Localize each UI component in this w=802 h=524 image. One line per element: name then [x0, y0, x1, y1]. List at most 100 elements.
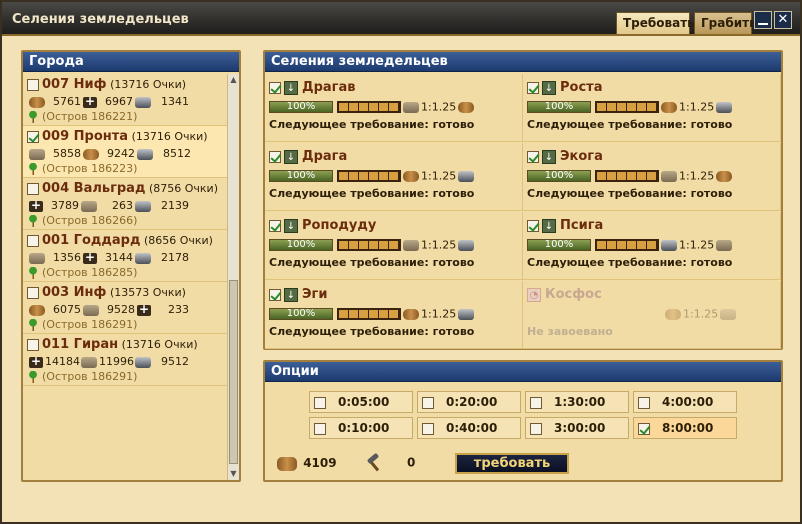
resource-value-1: 5761 — [53, 95, 81, 108]
time-option-checkbox[interactable] — [422, 422, 434, 435]
village-card[interactable]: ↓ Роста 100% 1:1.25 Следующее требование: го… — [523, 74, 781, 142]
village-checkbox[interactable] — [269, 219, 281, 232]
time-option[interactable]: 8:00:00 — [633, 417, 737, 439]
city-item[interactable]: 009 Пронта (13716 Очки) 5858 9242 8512 (Остр… — [23, 126, 227, 178]
time-option[interactable]: 0:10:00 — [309, 417, 413, 439]
demand-button[interactable]: требовать — [455, 453, 569, 474]
city-checkbox[interactable] — [27, 183, 39, 195]
silver-icon — [458, 239, 475, 251]
scrollbar-thumb[interactable] — [229, 280, 238, 464]
village-checkbox[interactable] — [269, 150, 281, 163]
resource-value-2: 9528 — [107, 303, 135, 316]
time-option-checkbox[interactable] — [638, 422, 650, 435]
city-checkbox[interactable] — [27, 79, 39, 91]
demand-arrow-icon[interactable]: ↓ — [284, 218, 298, 233]
mood-segment — [627, 172, 636, 180]
mood-segment — [379, 310, 388, 318]
time-option-checkbox[interactable] — [314, 422, 326, 435]
minimize-button[interactable] — [754, 11, 772, 29]
village-card[interactable]: ↓ Роподуду 100% 1:1.25 Следующее требование:… — [265, 212, 523, 280]
village-card[interactable]: ↓ Драга 100% 1:1.25 Следующее требование: го… — [265, 143, 523, 211]
mood-segment — [359, 241, 368, 249]
mood-segment — [339, 241, 348, 249]
city-checkbox[interactable] — [27, 339, 39, 351]
close-button[interactable]: ✕ — [774, 11, 792, 29]
time-option[interactable]: 0:20:00 — [417, 391, 521, 413]
mood-segment — [349, 172, 358, 180]
demand-arrow-icon[interactable]: ↓ — [542, 149, 556, 164]
village-card[interactable]: ↓ Экога 100% 1:1.25 Следующее требование: го… — [523, 143, 781, 211]
village-checkbox[interactable] — [269, 81, 281, 94]
village-card[interactable]: ◔ Косфос 1:1.25 Не завоевано — [523, 281, 781, 349]
city-item[interactable]: 001 Годдард (8656 Очки) 1356 3144 2178 (Остр… — [23, 230, 227, 282]
village-name: Косфос — [545, 287, 602, 302]
time-option[interactable]: 0:05:00 — [309, 391, 413, 413]
demand-arrow-icon[interactable]: ↓ — [542, 80, 556, 95]
trade-ratio: 1:1.25 — [421, 307, 457, 321]
demand-arrow-icon[interactable]: ↓ — [284, 287, 298, 302]
time-option-checkbox[interactable] — [314, 396, 326, 409]
resource-value-1: 5858 — [53, 147, 81, 160]
city-name: 011 Гиран — [42, 337, 119, 352]
time-option[interactable]: 1:30:00 — [525, 391, 629, 413]
wood-icon — [403, 170, 419, 182]
village-checkbox[interactable] — [527, 219, 539, 232]
demand-arrow-icon[interactable]: ↓ — [284, 80, 298, 95]
time-option[interactable]: 3:00:00 — [525, 417, 629, 439]
time-option[interactable]: 0:40:00 — [417, 417, 521, 439]
city-header: 009 Пронта (13716 Очки) — [27, 129, 223, 144]
island-label: (Остров 186285) — [42, 266, 138, 279]
village-checkbox[interactable] — [527, 81, 539, 94]
city-resources: 3789 263 2139 — [27, 198, 223, 212]
wood-icon — [665, 308, 681, 320]
city-checkbox[interactable] — [27, 235, 39, 247]
stone-icon — [81, 356, 97, 368]
mood-segment — [617, 241, 626, 249]
city-list-scrollbar[interactable]: ▲ ▼ — [227, 74, 239, 480]
city-item[interactable]: 007 Ниф (13716 Очки) 5761 6967 1341 (Остров … — [23, 74, 227, 126]
tab-loot[interactable]: Грабить — [694, 12, 757, 34]
village-grid: ↓ Драгав 100% 1:1.25 Следующее требование: г… — [265, 74, 781, 349]
village-checkbox[interactable] — [269, 288, 281, 301]
village-card[interactable]: ↓ Драгав 100% 1:1.25 Следующее требование: г… — [265, 74, 523, 142]
tab-demand[interactable]: Требовать — [616, 12, 695, 34]
mood-segment — [637, 172, 646, 180]
mood-segment — [359, 310, 368, 318]
wood-icon — [716, 170, 733, 182]
stone-icon — [29, 148, 45, 160]
time-option-checkbox[interactable] — [638, 396, 650, 409]
window-title: Селения земледельцев — [12, 12, 189, 27]
village-stats: 100% 1:1.25 — [269, 238, 518, 254]
progress-label: 100% — [286, 239, 316, 250]
island-icon — [27, 215, 39, 227]
village-checkbox[interactable] — [527, 150, 539, 163]
village-card[interactable]: ↓ Псига 100% 1:1.25 Следующее требование: го… — [523, 212, 781, 280]
mood-segment — [389, 310, 398, 318]
city-checkbox[interactable] — [27, 287, 39, 299]
city-island: (Остров 186221) — [27, 110, 223, 123]
time-option-label: 8:00:00 — [662, 421, 714, 435]
scroll-up-icon[interactable]: ▲ — [228, 74, 239, 86]
demand-arrow-icon[interactable]: ↓ — [542, 218, 556, 233]
city-checkbox[interactable] — [27, 131, 39, 143]
city-item[interactable]: 011 Гиран (13716 Очки) 14184 11996 9512 (Ост… — [23, 334, 227, 386]
time-option[interactable]: 4:00:00 — [633, 391, 737, 413]
stone-icon — [29, 252, 45, 264]
mood-segment — [349, 310, 358, 318]
scroll-down-icon[interactable]: ▼ — [228, 468, 239, 480]
wood-icon — [661, 101, 677, 113]
village-header: ↓ Эги — [269, 287, 518, 305]
mood-segment — [617, 172, 626, 180]
time-option-checkbox[interactable] — [530, 396, 542, 409]
wood-icon — [458, 101, 475, 113]
island-label: (Остров 186266) — [42, 214, 138, 227]
city-item[interactable]: 003 Инф (13573 Очки) 6075 9528 233 (Остров 1… — [23, 282, 227, 334]
time-option-checkbox[interactable] — [530, 422, 542, 435]
time-option-checkbox[interactable] — [422, 396, 434, 409]
island-icon — [27, 111, 39, 123]
village-status: Следующее требование: готово — [269, 256, 475, 269]
village-card[interactable]: ↓ Эги 100% 1:1.25 Следующее требование: гото… — [265, 281, 523, 349]
city-item[interactable]: 004 Вальград (8756 Очки) 3789 263 2139 (Остр… — [23, 178, 227, 230]
villages-panel: Селения земледельцев ↓ Драгав 100% 1:1.25 Сл… — [263, 50, 783, 350]
demand-arrow-icon[interactable]: ↓ — [284, 149, 298, 164]
